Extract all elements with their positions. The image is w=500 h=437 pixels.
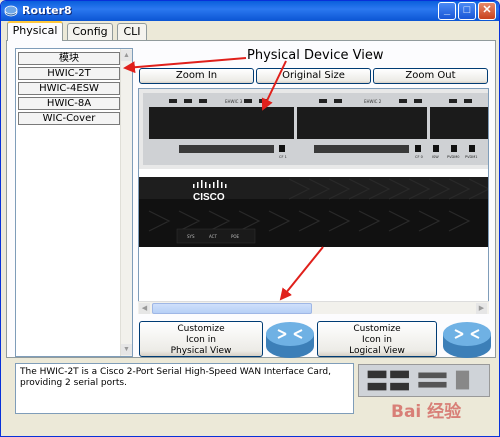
title-bar[interactable]: Router8 _ □ ✕ <box>1 1 499 21</box>
customize-physical-icon-button[interactable]: Customize Icon in Physical View <box>139 321 263 357</box>
router-window: Router8 _ □ ✕ Physical Config CLI 模块 HWI… <box>0 0 500 437</box>
pvdm1-label: PVDM1 <box>465 155 477 159</box>
cf0-label: CF 0 <box>415 155 423 159</box>
minimize-button[interactable]: _ <box>438 2 456 20</box>
tab-cli[interactable]: CLI <box>117 23 147 40</box>
led-act-label: ACT <box>209 234 217 239</box>
window-title: Router8 <box>22 4 72 17</box>
physical-device-view[interactable]: EHWIC 3 EHWIC 2 CF 1 CF 0 ISW PVDM0 PVDM… <box>138 88 489 313</box>
zoom-out-button[interactable]: Zoom Out <box>373 68 488 84</box>
customize-logical-icon-button[interactable]: Customize Icon in Logical View <box>317 321 437 357</box>
module-item-hwic-4esw[interactable]: HWIC-4ESW <box>18 82 120 95</box>
slot2-label: EHWIC 2 <box>364 99 382 104</box>
maximize-icon: □ <box>463 4 471 16</box>
cisco-logo: CISCO <box>193 192 225 203</box>
tab-config[interactable]: Config <box>67 23 113 40</box>
ehwic-slot-3[interactable] <box>149 107 294 139</box>
router-logical-icon[interactable] <box>441 318 493 360</box>
module-list[interactable]: 模块 HWIC-2T HWIC-4ESW HWIC-8A WIC-Cover ▲… <box>15 48 133 357</box>
hwic-2t-card-image <box>358 364 490 397</box>
module-item-header[interactable]: 模块 <box>18 52 120 65</box>
router-app-icon <box>4 5 18 17</box>
led-poe-label: POE <box>231 234 240 239</box>
zoom-in-button[interactable]: Zoom In <box>139 68 254 84</box>
isw-label: ISW <box>432 155 439 159</box>
scroll-left-icon[interactable]: ◀ <box>139 303 150 314</box>
tab-physical[interactable]: Physical <box>7 21 63 41</box>
ehwic-slot-2[interactable] <box>297 107 427 139</box>
module-list-scrollbar[interactable]: ▲ ▼ <box>120 49 132 356</box>
close-button[interactable]: ✕ <box>478 2 496 20</box>
physical-device-view-title: Physical Device View <box>247 48 384 63</box>
watermark: Bai 经验 <box>391 402 462 422</box>
close-icon: ✕ <box>482 4 492 16</box>
module-item-hwic-8a[interactable]: HWIC-8A <box>18 97 120 110</box>
router-chassis-image: EHWIC 3 EHWIC 2 CF 1 CF 0 ISW PVDM0 PVDM… <box>139 89 489 302</box>
original-size-button[interactable]: Original Size <box>256 68 371 84</box>
device-view-hscrollbar[interactable]: ◀ ▶ <box>138 301 489 314</box>
minimize-icon: _ <box>443 4 451 16</box>
module-item-hwic-2t[interactable]: HWIC-2T <box>18 67 120 80</box>
ehwic-slot-1[interactable] <box>430 107 489 139</box>
scroll-down-icon[interactable]: ▼ <box>121 344 132 355</box>
maximize-button[interactable]: □ <box>458 2 476 20</box>
module-item-wic-cover[interactable]: WIC-Cover <box>18 112 120 125</box>
cf1-label: CF 1 <box>279 155 287 159</box>
led-sys-label: SYS <box>187 234 195 239</box>
module-description: The HWIC-2T is a Cisco 2-Port Serial Hig… <box>15 363 354 414</box>
hscroll-thumb[interactable] <box>152 303 312 314</box>
slot1-label: EHWIC 3 <box>225 99 243 104</box>
scroll-up-icon[interactable]: ▲ <box>121 50 132 61</box>
scroll-right-icon[interactable]: ▶ <box>476 303 487 314</box>
pvdm0-label: PVDM0 <box>447 155 459 159</box>
router-physical-icon[interactable] <box>264 318 316 360</box>
